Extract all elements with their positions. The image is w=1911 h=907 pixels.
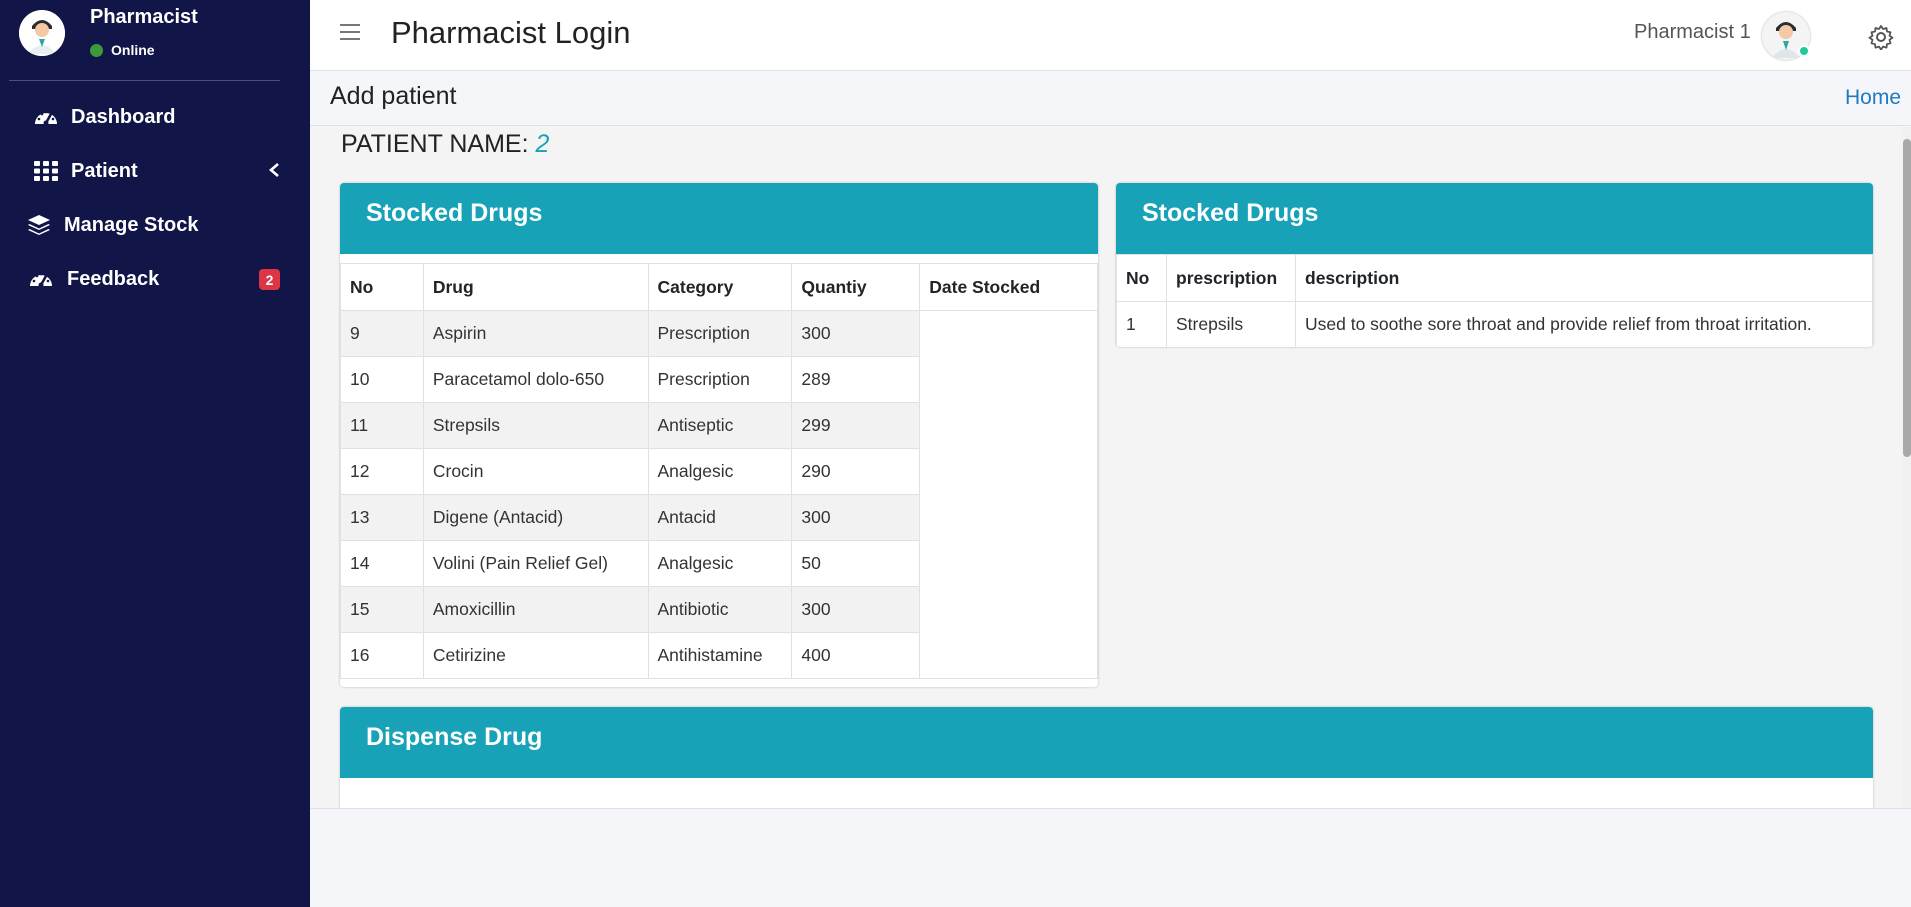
cell-quantity: 300 bbox=[791, 310, 921, 357]
sidebar: Pharmacist Online Dashboard Patient Mana… bbox=[0, 0, 310, 907]
column-header-date-stocked[interactable]: Date Stocked bbox=[919, 263, 1098, 311]
chevron-left-icon bbox=[268, 161, 280, 184]
patient-name-line: PATIENT NAME: 2 bbox=[341, 130, 549, 159]
cell-prescription: Strepsils bbox=[1166, 301, 1296, 347]
patient-name-label: PATIENT NAME: bbox=[341, 130, 529, 158]
layers-icon bbox=[25, 213, 53, 237]
cell-quantity: 299 bbox=[791, 402, 921, 449]
cell-no: 14 bbox=[340, 540, 424, 587]
card-header: Stocked Drugs bbox=[340, 183, 1098, 254]
cell-no: 1 bbox=[1116, 301, 1167, 347]
pharmacist-avatar-icon bbox=[19, 10, 65, 56]
cell-drug: Paracetamol dolo-650 bbox=[422, 356, 649, 403]
sidebar-item-label: Dashboard bbox=[71, 105, 176, 128]
cell-drug: Cetirizine bbox=[422, 632, 649, 679]
cell-quantity: 290 bbox=[791, 448, 921, 495]
cell-quantity: 300 bbox=[791, 586, 921, 633]
header-user-name[interactable]: Pharmacist 1 bbox=[1634, 21, 1751, 44]
cell-category: Prescription bbox=[647, 356, 793, 403]
cell-category: Antiseptic bbox=[647, 402, 793, 449]
cell-drug: Aspirin bbox=[422, 310, 649, 357]
feedback-count-badge: 2 bbox=[259, 269, 280, 290]
cell-quantity: 50 bbox=[791, 540, 921, 587]
column-header-quantity[interactable]: Quantiy bbox=[791, 263, 921, 311]
grid-icon bbox=[32, 159, 60, 183]
card-header: Stocked Drugs bbox=[1116, 183, 1873, 254]
card-header: Dispense Drug bbox=[340, 707, 1873, 778]
table-row[interactable]: 9 Aspirin Prescription 300 bbox=[340, 310, 1098, 679]
prescription-table: No prescription description 1 Strepsils … bbox=[1116, 254, 1873, 347]
prescription-card: Stocked Drugs No prescription descriptio… bbox=[1116, 183, 1873, 347]
cell-drug: Digene (Antacid) bbox=[422, 494, 649, 541]
user-avatar[interactable] bbox=[19, 10, 65, 56]
cell-category: Antihistamine bbox=[647, 632, 793, 679]
gear-icon[interactable] bbox=[1868, 24, 1894, 51]
cell-no: 11 bbox=[340, 402, 424, 449]
cell-quantity: 289 bbox=[791, 356, 921, 403]
cell-drug: Amoxicillin bbox=[422, 586, 649, 633]
sidebar-item-label: Feedback bbox=[67, 267, 160, 290]
dashboard-gauge-icon bbox=[32, 105, 60, 129]
cell-drug: Volini (Pain Relief Gel) bbox=[422, 540, 649, 587]
top-navbar: Pharmacist Login Pharmacist 1 bbox=[310, 0, 1911, 71]
sidebar-item-label: Patient bbox=[71, 159, 138, 182]
card-title: Stocked Drugs bbox=[366, 199, 543, 227]
sidebar-divider bbox=[9, 80, 280, 81]
cell-category: Antibiotic bbox=[647, 586, 793, 633]
gauge-icon bbox=[27, 267, 55, 291]
column-header-prescription[interactable]: prescription bbox=[1166, 254, 1296, 302]
column-header-no[interactable]: No bbox=[1116, 254, 1167, 302]
page-title: Add patient bbox=[330, 82, 457, 110]
app-title: Pharmacist Login bbox=[391, 15, 631, 50]
dispense-drug-card: Dispense Drug bbox=[340, 707, 1873, 808]
cell-no: 13 bbox=[340, 494, 424, 541]
sidebar-item-label: Manage Stock bbox=[64, 213, 199, 236]
column-header-no[interactable]: No bbox=[340, 263, 424, 311]
cell-quantity: 400 bbox=[791, 632, 921, 679]
cell-no: 10 bbox=[340, 356, 424, 403]
cell-description: Used to soothe sore throat and provide r… bbox=[1295, 301, 1873, 347]
scrollbar-thumb[interactable] bbox=[1903, 139, 1911, 457]
stocked-drugs-card: Stocked Drugs No Drug Category Quantiy D… bbox=[340, 183, 1098, 687]
column-header-description[interactable]: description bbox=[1295, 254, 1873, 302]
online-indicator-icon bbox=[1798, 45, 1810, 57]
cell-category: Antacid bbox=[647, 494, 793, 541]
stocked-drugs-table: No Drug Category Quantiy Date Stocked 9 … bbox=[340, 263, 1098, 679]
page-scrollbar[interactable] bbox=[1903, 127, 1911, 808]
status-label: Online bbox=[111, 42, 155, 58]
online-status-icon bbox=[90, 43, 103, 57]
cell-no: 12 bbox=[340, 448, 424, 495]
cell-drug: Crocin bbox=[422, 448, 649, 495]
main-content: PATIENT NAME: 2 Stocked Drugs No Drug Ca… bbox=[310, 127, 1911, 808]
user-name: Pharmacist bbox=[90, 6, 198, 28]
cell-date-stocked bbox=[919, 310, 1098, 679]
cell-no: 16 bbox=[340, 632, 424, 679]
column-header-drug[interactable]: Drug bbox=[422, 263, 649, 311]
column-header-category[interactable]: Category bbox=[647, 263, 793, 311]
cell-drug: Strepsils bbox=[422, 402, 649, 449]
hamburger-menu-icon[interactable] bbox=[340, 24, 360, 44]
cell-no: 9 bbox=[340, 310, 424, 357]
card-title: Dispense Drug bbox=[366, 723, 543, 751]
sidebar-item-feedback[interactable]: Feedback 2 bbox=[0, 255, 310, 303]
sidebar-item-dashboard[interactable]: Dashboard bbox=[0, 93, 310, 141]
cell-category: Prescription bbox=[647, 310, 793, 357]
home-breadcrumb-link[interactable]: Home bbox=[1845, 86, 1901, 110]
cell-category: Analgesic bbox=[647, 540, 793, 587]
footer-area bbox=[310, 808, 1911, 907]
content-header: Add patient Home bbox=[310, 72, 1911, 126]
patient-name-value: 2 bbox=[535, 130, 550, 158]
cell-category: Analgesic bbox=[647, 448, 793, 495]
table-row[interactable]: 1 Strepsils Used to soothe sore throat a… bbox=[1116, 301, 1873, 347]
user-panel: Pharmacist Online bbox=[0, 0, 310, 82]
card-title: Stocked Drugs bbox=[1142, 199, 1319, 227]
cell-quantity: 300 bbox=[791, 494, 921, 541]
sidebar-item-patient[interactable]: Patient bbox=[0, 147, 310, 195]
sidebar-item-manage-stock[interactable]: Manage Stock bbox=[0, 201, 310, 249]
cell-no: 15 bbox=[340, 586, 424, 633]
user-status: Online bbox=[90, 42, 155, 58]
